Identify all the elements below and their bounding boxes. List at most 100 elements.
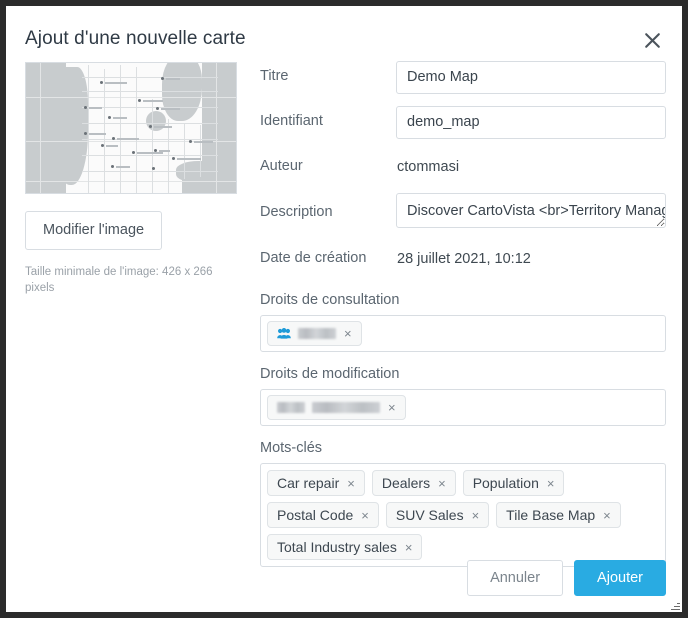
map-thumbnail-image bbox=[26, 63, 236, 193]
label-edit-rights: Droits de modification bbox=[260, 366, 400, 382]
map-marker-label bbox=[194, 141, 213, 143]
map-boundary bbox=[82, 77, 218, 78]
map-thumbnail[interactable] bbox=[25, 62, 237, 194]
map-boundary bbox=[82, 123, 218, 124]
add-map-dialog: Ajout d'une nouvelle carte Modifier l'im… bbox=[6, 6, 682, 612]
view-rights-chip-label bbox=[298, 328, 336, 339]
map-marker bbox=[108, 116, 111, 119]
keywords-chip-box[interactable]: Car repair × Dealers × Population × Postal Cod… bbox=[260, 463, 666, 567]
add-button[interactable]: Ajouter bbox=[574, 559, 666, 596]
map-boundary bbox=[104, 69, 105, 193]
field-row-author: Auteur ctommasi bbox=[260, 148, 666, 186]
cancel-button[interactable]: Annuler bbox=[467, 559, 564, 596]
map-marker bbox=[84, 106, 87, 109]
map-boundary bbox=[168, 119, 169, 193]
map-gridline bbox=[26, 181, 236, 182]
map-marker-label bbox=[113, 117, 127, 119]
identifier-input[interactable] bbox=[396, 105, 666, 139]
map-marker-label bbox=[143, 100, 163, 102]
keyword-chip[interactable]: Postal Code × bbox=[267, 502, 379, 528]
map-boundary bbox=[82, 139, 218, 140]
map-gridline bbox=[216, 63, 217, 193]
map-boundary bbox=[200, 125, 201, 177]
water-body bbox=[52, 67, 88, 185]
map-boundary bbox=[88, 65, 89, 193]
map-marker bbox=[112, 137, 115, 140]
map-marker bbox=[149, 125, 152, 128]
remove-chip-icon[interactable]: × bbox=[546, 477, 556, 490]
label-created: Date de création bbox=[260, 250, 367, 267]
keyword-chip-label: Dealers bbox=[381, 475, 431, 491]
remove-chip-icon[interactable]: × bbox=[404, 541, 414, 554]
page-title: Ajout d'une nouvelle carte bbox=[25, 28, 246, 49]
map-marker bbox=[152, 167, 155, 170]
map-marker-label bbox=[117, 138, 139, 140]
map-marker-label bbox=[159, 150, 170, 152]
field-row-description: Description Discover CartoVista <br>Terr… bbox=[260, 193, 666, 233]
edit-rights-section: Droits de modification × bbox=[260, 366, 666, 426]
close-button[interactable] bbox=[638, 26, 666, 54]
created-value: 28 juillet 2021, 10:12 bbox=[397, 251, 531, 267]
map-marker bbox=[156, 107, 159, 110]
keyword-chip[interactable]: Dealers × bbox=[371, 470, 456, 496]
author-value: ctommasi bbox=[397, 159, 460, 175]
dialog-body: Modifier l'image Taille minimale de l'im… bbox=[6, 58, 682, 612]
title-input[interactable] bbox=[396, 60, 666, 94]
field-row-created: Date de création 28 juillet 2021, 10:12 bbox=[260, 240, 666, 278]
keyword-chip[interactable]: SUV Sales × bbox=[385, 502, 490, 528]
label-identifier: Identifiant bbox=[260, 113, 323, 130]
map-marker-label bbox=[105, 82, 127, 84]
map-boundary bbox=[120, 65, 121, 193]
label-author: Auteur bbox=[260, 158, 303, 175]
field-row-identifier: Identifiant bbox=[260, 103, 666, 141]
edit-rights-chip-label-part2 bbox=[312, 402, 380, 413]
label-description: Description bbox=[260, 204, 333, 221]
map-marker-label bbox=[161, 108, 180, 110]
label-title: Titre bbox=[260, 68, 289, 85]
map-marker-label bbox=[137, 152, 163, 154]
remove-chip-icon[interactable]: × bbox=[471, 509, 481, 522]
map-marker-label bbox=[89, 133, 106, 135]
map-marker bbox=[154, 149, 157, 152]
keyword-chip-label: Total Industry sales bbox=[277, 539, 397, 555]
map-gridline bbox=[26, 97, 236, 98]
keyword-chip[interactable]: Total Industry sales × bbox=[267, 534, 423, 560]
description-textarea[interactable]: Discover CartoVista <br>Territory Manag bbox=[396, 193, 666, 228]
label-keywords: Mots-clés bbox=[260, 440, 323, 456]
dialog-header: Ajout d'une nouvelle carte bbox=[6, 6, 682, 58]
water-body bbox=[146, 111, 166, 131]
remove-chip-icon[interactable]: × bbox=[387, 401, 397, 414]
group-icon bbox=[277, 328, 291, 339]
keyword-chip-label: Car repair bbox=[277, 475, 340, 491]
remove-chip-icon[interactable]: × bbox=[602, 509, 612, 522]
edit-image-button[interactable]: Modifier l'image bbox=[25, 211, 163, 250]
edit-rights-chip-box[interactable]: × bbox=[260, 389, 666, 426]
map-marker bbox=[189, 140, 192, 143]
keyword-chip[interactable]: Tile Base Map × bbox=[496, 502, 621, 528]
keyword-chip-label: Population bbox=[472, 475, 539, 491]
keyword-chip-label: Postal Code bbox=[277, 507, 354, 523]
view-rights-chip-box[interactable]: × bbox=[260, 315, 666, 352]
map-marker bbox=[111, 165, 114, 168]
water-body bbox=[182, 175, 236, 193]
remove-chip-icon[interactable]: × bbox=[343, 327, 353, 340]
map-marker-label bbox=[177, 158, 201, 160]
map-marker bbox=[132, 151, 135, 154]
edit-rights-chip[interactable]: × bbox=[267, 395, 406, 420]
map-marker bbox=[138, 99, 141, 102]
map-marker-label bbox=[116, 166, 130, 168]
map-marker bbox=[172, 157, 175, 160]
remove-chip-icon[interactable]: × bbox=[346, 477, 356, 490]
image-size-hint: Taille minimale de l'image: 426 x 266 pi… bbox=[25, 265, 213, 295]
keyword-chip[interactable]: Car repair × bbox=[267, 470, 365, 496]
map-gridline bbox=[40, 63, 41, 193]
resize-handle[interactable] bbox=[671, 601, 680, 610]
remove-chip-icon[interactable]: × bbox=[360, 509, 370, 522]
view-rights-section: Droits de consultation × bbox=[260, 292, 666, 352]
keyword-chip[interactable]: Population × bbox=[462, 470, 565, 496]
map-metadata-form: Titre Identifiant Auteur ctommasi bbox=[260, 58, 666, 567]
view-rights-chip[interactable]: × bbox=[267, 321, 362, 346]
remove-chip-icon[interactable]: × bbox=[437, 477, 447, 490]
edit-rights-chip-label-part1 bbox=[277, 402, 305, 413]
map-boundary bbox=[82, 155, 218, 156]
